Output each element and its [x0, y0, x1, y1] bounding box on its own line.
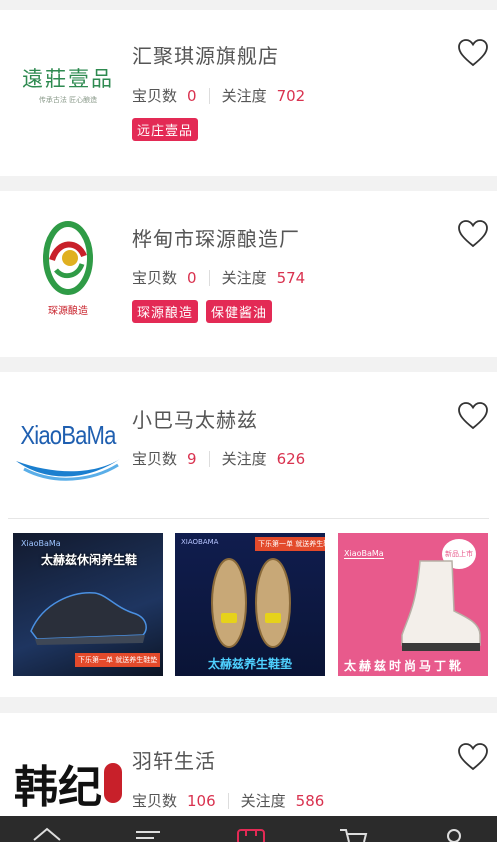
- shop-logo-emblem: [43, 220, 93, 295]
- tab-category-icon[interactable]: [134, 828, 162, 842]
- follow-count: 586: [295, 791, 325, 810]
- follow-count: 626: [276, 449, 306, 468]
- shop-name[interactable]: 小巴马太赫兹: [132, 404, 258, 433]
- follow-label: 关注度: [221, 450, 267, 468]
- shop-tag[interactable]: 远庄壹品: [132, 118, 199, 141]
- shop-logo-wave: [16, 458, 120, 481]
- items-count: 9: [187, 449, 197, 468]
- card-divider: [8, 518, 489, 519]
- items-label: 宝贝数: [132, 450, 178, 468]
- shop-tag[interactable]: 保健酱油: [206, 300, 273, 323]
- shop-logo: 韩纪: [12, 745, 124, 821]
- product-headline: 太赫兹休闲养生鞋: [41, 553, 138, 567]
- follow-heart-icon[interactable]: [457, 219, 489, 249]
- tab-profile-icon[interactable]: [444, 826, 464, 842]
- shop-logo-subtext: 传承古法 匠心酿造: [38, 96, 98, 104]
- shop-tags: 远庄壹品: [132, 118, 199, 141]
- shop-stats: 宝贝数 106 关注度 586: [132, 790, 324, 811]
- stats-divider: [208, 269, 210, 286]
- follow-count: 702: [276, 86, 306, 105]
- product-thumbnail[interactable]: XiaoBaMa 新品上市 太赫兹时尚马丁靴: [338, 533, 488, 676]
- shop-name[interactable]: 桦甸市琛源酿造厂: [132, 223, 300, 252]
- shop-stats: 宝贝数 9 关注度 626: [132, 448, 305, 469]
- shop-logo-text: 韩纪: [14, 762, 102, 813]
- items-count: 0: [187, 86, 197, 105]
- shop-stats: 宝贝数 0 关注度 702: [132, 85, 305, 106]
- product-thumbnail[interactable]: XIAOBAMA 下乐第一单 就送养生鞋垫 太赫兹养生鞋垫: [175, 533, 325, 676]
- shop-card[interactable]: 遠莊壹品 传承古法 匠心酿造 汇聚琪源旗舰店 宝贝数 0 关注度 702 远庄壹…: [0, 10, 497, 176]
- items-count: 0: [187, 268, 197, 287]
- logo-seal-icon: [104, 763, 122, 803]
- follow-label: 关注度: [221, 269, 267, 287]
- follow-label: 关注度: [240, 792, 286, 810]
- product-thumbnail[interactable]: XiaoBaMa 太赫兹休闲养生鞋 下乐第一单 就送养生鞋垫: [13, 533, 163, 676]
- stats-divider: [227, 792, 229, 809]
- shoe-icon: [30, 592, 147, 645]
- follow-label: 关注度: [221, 87, 267, 105]
- items-label: 宝贝数: [132, 87, 178, 105]
- shop-tags: 琛源酿造 保健酱油: [132, 300, 273, 323]
- follow-heart-icon[interactable]: [457, 742, 489, 772]
- product-badge: 下乐第一单 就送养生鞋垫: [255, 537, 325, 551]
- follow-heart-icon[interactable]: [457, 401, 489, 431]
- shop-tag[interactable]: 琛源酿造: [132, 300, 199, 323]
- follow-count: 574: [276, 268, 306, 287]
- boot-icon: [401, 560, 481, 651]
- items-count: 106: [187, 791, 216, 810]
- shop-logo: 琛源酿造: [12, 213, 124, 323]
- shop-card[interactable]: 琛源酿造 桦甸市琛源酿造厂 宝贝数 0 关注度 574 琛源酿造 保健酱油: [0, 191, 497, 357]
- stats-divider: [208, 87, 210, 104]
- shop-logo-text: 琛源酿造: [48, 305, 88, 317]
- stats-divider: [208, 450, 210, 467]
- items-label: 宝贝数: [132, 792, 178, 810]
- product-headline: 太赫兹养生鞋垫: [207, 657, 292, 671]
- tab-shop-icon[interactable]: [236, 826, 266, 842]
- shop-logo-text: 遠莊壹品: [22, 67, 114, 91]
- shop-logo: XiaoBaMa: [12, 412, 124, 492]
- product-brand: XiaoBaMa: [21, 539, 61, 548]
- tab-home-icon[interactable]: [32, 826, 62, 842]
- shop-logo: 遠莊壹品 传承古法 匠心酿造: [12, 54, 124, 114]
- product-brand: XIAOBAMA: [181, 538, 219, 546]
- items-label: 宝贝数: [132, 269, 178, 287]
- follow-heart-icon[interactable]: [457, 38, 489, 68]
- product-headline: 太赫兹时尚马丁靴: [344, 659, 465, 673]
- shop-name[interactable]: 汇聚琪源旗舰店: [132, 40, 279, 69]
- insole-icon: [211, 558, 291, 648]
- bottom-tab-bar: [0, 816, 497, 842]
- product-brand: XiaoBaMa: [344, 549, 384, 559]
- product-badge: 下乐第一单 就送养生鞋垫: [75, 653, 161, 667]
- shop-stats: 宝贝数 0 关注度 574: [132, 267, 305, 288]
- shop-logo-text: XiaoBaMa: [20, 419, 116, 450]
- shop-card[interactable]: 韩纪 羽轩生活 宝贝数 106 关注度 586: [0, 713, 497, 823]
- shop-name[interactable]: 羽轩生活: [132, 745, 216, 774]
- tab-cart-icon[interactable]: [338, 826, 370, 842]
